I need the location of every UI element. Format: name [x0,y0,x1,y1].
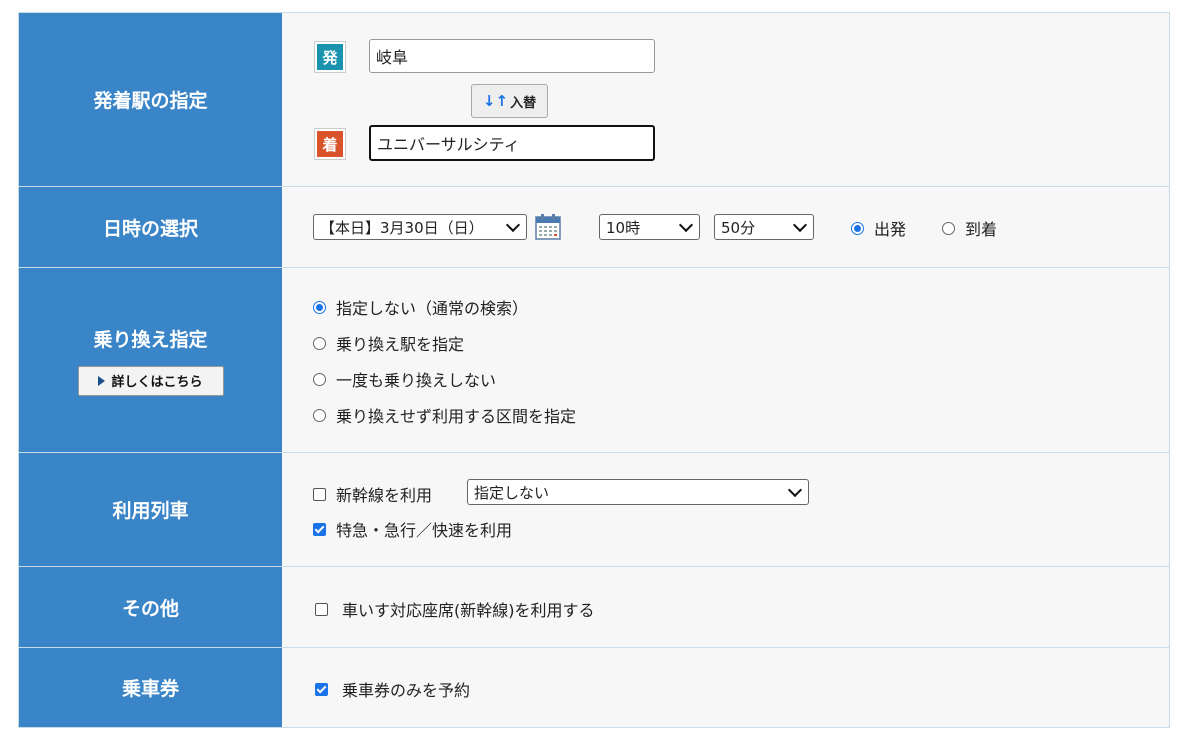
row-header-datetime: 日時の選択 [19,187,282,267]
row-station: 発着駅の指定 発 岐阜 ↓↑ 入替 着 ユニバーサルシティ [19,13,1169,186]
details-button-label: 詳しくはこちら [111,375,203,390]
date-select-value: 【本日】3月30日（日） [320,218,484,237]
departure-badge: 発 [315,42,345,72]
arrive-radio-option[interactable]: 到着 [942,216,997,240]
calendar-icon[interactable] [534,213,562,241]
ticket-only-checkbox[interactable] [315,682,328,696]
departure-station-input[interactable]: 岐阜 [369,39,655,73]
chevron-down-icon [505,217,521,232]
details-button[interactable]: 詳しくはこちら [77,365,224,396]
transfer-option-none[interactable]: 指定しない（通常の検索） [313,295,528,319]
shinkansen-option[interactable]: 新幹線を利用 [313,482,432,506]
ticket-only-label: 乗車券のみを予約 [342,681,471,700]
row-header-transfer: 乗り換え指定 詳しくはこちら [19,268,282,452]
transfer-radio-section[interactable] [313,408,326,422]
swap-stations-button[interactable]: ↓↑ 入替 [471,84,548,118]
hour-select[interactable]: 10時 [599,214,700,240]
row-header-train: 利用列車 [19,453,282,566]
express-label: 特急・急行／快速を利用 [336,521,513,540]
transfer-option-section[interactable]: 乗り換えせず利用する区間を指定 [313,403,576,427]
arrive-label: 到着 [965,220,998,239]
arrive-radio[interactable] [942,221,955,235]
wheelchair-label: 車いす対応座席(新幹線)を利用する [342,601,595,620]
arrival-station-input[interactable]: ユニバーサルシティ [369,125,655,161]
chevron-down-icon [678,217,694,232]
minute-select[interactable]: 50分 [714,214,814,240]
row-body-other: 車いす対応座席(新幹線)を利用する [282,567,1169,647]
wheelchair-checkbox[interactable] [315,602,328,616]
date-select[interactable]: 【本日】3月30日（日） [313,214,527,240]
row-header-other: その他 [19,567,282,647]
chevron-down-icon [792,217,808,232]
transfer-option-label: 乗り換え駅を指定 [336,335,465,354]
arrival-badge: 着 [315,129,345,159]
transfer-radio-direct[interactable] [313,372,326,386]
transfer-option-label: 一度も乗り換えしない [336,371,497,390]
row-train: 利用列車 新幹線を利用 指定しない 特急・急行／快速を利用 [19,452,1169,566]
transfer-option-label: 指定しない（通常の検索） [336,299,529,318]
ticket-only-option[interactable]: 乗車券のみを予約 [315,677,470,701]
shinkansen-label: 新幹線を利用 [336,486,433,505]
transfer-header-label: 乗り換え指定 [93,328,208,351]
row-datetime: 日時の選択 【本日】3月30日（日） 10時 50分 出発 到着 [19,186,1169,267]
row-body-ticket: 乗車券のみを予約 [282,648,1169,727]
swap-arrows-icon: ↓↑ [482,92,509,110]
shinkansen-select[interactable]: 指定しない [467,479,809,505]
swap-label: 入替 [510,95,537,111]
row-body-transfer: 指定しない（通常の検索） 乗り換え駅を指定 一度も乗り換えしない 乗り換えせず利… [282,268,1169,452]
row-ticket: 乗車券 乗車券のみを予約 [19,647,1169,727]
row-body-datetime: 【本日】3月30日（日） 10時 50分 出発 到着 [282,187,1169,267]
shinkansen-checkbox[interactable] [313,487,326,501]
row-header-station: 発着駅の指定 [19,13,282,186]
transfer-radio-station[interactable] [313,336,326,350]
shinkansen-select-value: 指定しない [474,483,550,502]
play-triangle-icon [98,375,106,386]
transfer-radio-none[interactable] [313,300,326,314]
search-form-table: 発着駅の指定 発 岐阜 ↓↑ 入替 着 ユニバーサルシティ 日時の選択 【本日】… [18,12,1170,728]
chevron-down-icon [787,482,803,497]
row-transfer: 乗り換え指定 詳しくはこちら 指定しない（通常の検索） 乗り換え駅を指定 一度も… [19,267,1169,452]
minute-select-value: 50分 [721,218,756,237]
wheelchair-option[interactable]: 車いす対応座席(新幹線)を利用する [315,597,595,621]
transfer-option-label: 乗り換えせず利用する区間を指定 [336,407,577,426]
depart-label: 出発 [874,220,907,239]
row-body-train: 新幹線を利用 指定しない 特急・急行／快速を利用 [282,453,1169,566]
transfer-option-direct[interactable]: 一度も乗り換えしない [313,367,496,391]
row-header-ticket: 乗車券 [19,648,282,727]
depart-radio-option[interactable]: 出発 [851,216,906,240]
express-option[interactable]: 特急・急行／快速を利用 [313,517,512,541]
row-other: その他 車いす対応座席(新幹線)を利用する [19,566,1169,647]
depart-radio[interactable] [851,221,864,235]
transfer-option-station[interactable]: 乗り換え駅を指定 [313,331,464,355]
hour-select-value: 10時 [606,218,641,237]
row-body-station: 発 岐阜 ↓↑ 入替 着 ユニバーサルシティ [282,13,1169,186]
express-checkbox[interactable] [313,522,326,536]
